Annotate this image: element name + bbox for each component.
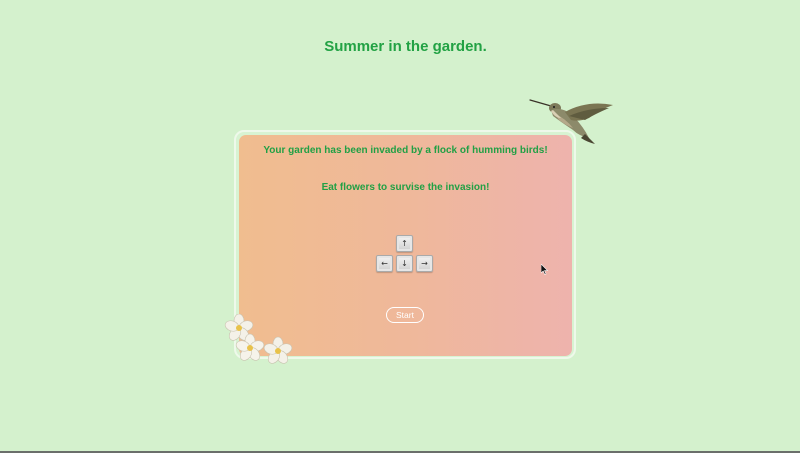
- goal-message: Eat flowers to survise the invasion!: [321, 182, 490, 193]
- arrow-left-key-icon: ←: [376, 255, 393, 272]
- arrow-up-key-icon: ↑: [396, 235, 413, 252]
- start-button[interactable]: Start: [386, 307, 424, 323]
- arrow-right-key-icon: →: [416, 255, 433, 272]
- page-title: Summer in the garden.: [324, 38, 487, 55]
- arrow-down-key-icon: ↓: [396, 255, 413, 272]
- invasion-message: Your garden has been invaded by a flock …: [263, 145, 548, 156]
- hummingbird-icon: [529, 99, 613, 144]
- flowers-icon: [224, 314, 293, 364]
- mouse-cursor-icon: [541, 264, 549, 275]
- game-page: Summer in the garden. Your garden has be…: [0, 0, 800, 453]
